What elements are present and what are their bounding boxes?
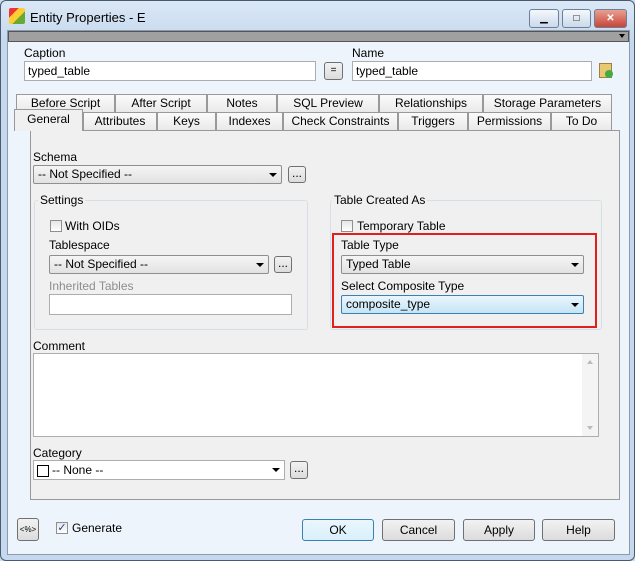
composite-type-label: Select Composite Type bbox=[341, 279, 465, 293]
comment-label: Comment bbox=[33, 339, 86, 353]
chevron-down-icon bbox=[571, 303, 579, 307]
scroll-down-icon[interactable] bbox=[587, 426, 593, 430]
temporary-table-label: Temporary Table bbox=[357, 219, 446, 233]
check-badge-icon bbox=[605, 70, 613, 78]
tablespace-label: Tablespace bbox=[49, 238, 110, 252]
tab-keys[interactable]: Keys bbox=[157, 112, 216, 130]
tablespace-value: -- Not Specified -- bbox=[54, 257, 149, 271]
name-label: Name bbox=[352, 46, 385, 60]
tab-storage-parameters[interactable]: Storage Parameters bbox=[483, 94, 612, 112]
generate-label: Generate bbox=[72, 521, 123, 535]
tab-general[interactable]: General bbox=[14, 109, 83, 131]
dropdown-arrow-icon bbox=[619, 34, 625, 38]
schema-select[interactable]: -- Not Specified -- bbox=[33, 165, 282, 184]
tablespace-browse-button[interactable]: ... bbox=[274, 256, 292, 273]
chevron-down-icon bbox=[272, 468, 280, 472]
chevron-down-icon bbox=[256, 263, 264, 267]
tab-indexes[interactable]: Indexes bbox=[216, 112, 283, 130]
name-input[interactable]: typed_table bbox=[352, 61, 592, 81]
composite-type-select[interactable]: composite_type bbox=[341, 295, 584, 314]
table-created-as-label: Table Created As bbox=[332, 193, 428, 207]
toolbar-strip[interactable] bbox=[8, 31, 629, 42]
caption-label: Caption bbox=[24, 46, 66, 60]
category-select[interactable]: -- None -- bbox=[33, 460, 285, 480]
chevron-down-icon bbox=[571, 263, 579, 267]
tab-after-script[interactable]: After Script bbox=[115, 94, 207, 112]
tab-triggers[interactable]: Triggers bbox=[398, 112, 468, 130]
category-browse-button[interactable]: ... bbox=[290, 461, 308, 479]
scroll-up-icon[interactable] bbox=[587, 360, 593, 364]
tab-sql-preview[interactable]: SQL Preview bbox=[277, 94, 379, 112]
cancel-button[interactable]: Cancel bbox=[382, 519, 455, 541]
color-swatch-icon bbox=[37, 465, 49, 477]
tab-check-constraints[interactable]: Check Constraints bbox=[283, 112, 398, 130]
temporary-table-checkbox[interactable] bbox=[341, 220, 353, 232]
with-oids-checkbox[interactable] bbox=[50, 220, 62, 232]
schema-browse-button[interactable]: ... bbox=[288, 166, 306, 183]
apply-button[interactable]: Apply bbox=[463, 519, 535, 541]
table-type-label: Table Type bbox=[341, 238, 399, 252]
composite-type-value: composite_type bbox=[346, 297, 431, 311]
settings-group-label: Settings bbox=[38, 193, 86, 207]
schema-label: Schema bbox=[33, 150, 78, 164]
caption-input[interactable]: typed_table bbox=[24, 61, 316, 81]
window-title: Entity Properties - E bbox=[30, 10, 146, 25]
ok-button[interactable]: OK bbox=[302, 519, 374, 541]
table-type-select[interactable]: Typed Table bbox=[341, 255, 584, 274]
tablespace-select[interactable]: -- Not Specified -- bbox=[49, 255, 269, 274]
minimize-button[interactable]: ▁ bbox=[529, 9, 559, 28]
chevron-down-icon bbox=[269, 173, 277, 177]
comment-scrollbar[interactable] bbox=[582, 354, 598, 436]
inherited-tables-label: Inherited Tables bbox=[49, 279, 134, 293]
category-value: -- None -- bbox=[52, 463, 104, 477]
maximize-button[interactable]: □ bbox=[562, 9, 591, 28]
help-button[interactable]: Help bbox=[542, 519, 615, 541]
tab-to-do[interactable]: To Do bbox=[551, 112, 612, 130]
category-label: Category bbox=[33, 446, 82, 460]
naming-rules-icon[interactable] bbox=[599, 63, 613, 78]
table-type-value: Typed Table bbox=[346, 257, 411, 271]
macro-button[interactable]: <%> bbox=[17, 518, 39, 541]
schema-value: -- Not Specified -- bbox=[38, 167, 133, 181]
tab-attributes[interactable]: Attributes bbox=[83, 112, 157, 130]
tab-notes[interactable]: Notes bbox=[207, 94, 277, 112]
close-button[interactable]: ✕ bbox=[594, 9, 627, 28]
generate-checkbox[interactable]: ✓ bbox=[56, 522, 68, 534]
with-oids-label: With OIDs bbox=[65, 219, 120, 233]
app-icon bbox=[9, 8, 25, 24]
comment-textarea[interactable] bbox=[33, 353, 599, 437]
equals-button[interactable]: = bbox=[324, 62, 343, 80]
tab-relationships[interactable]: Relationships bbox=[379, 94, 483, 112]
tab-permissions[interactable]: Permissions bbox=[468, 112, 551, 130]
inherited-tables-input[interactable] bbox=[49, 294, 292, 315]
